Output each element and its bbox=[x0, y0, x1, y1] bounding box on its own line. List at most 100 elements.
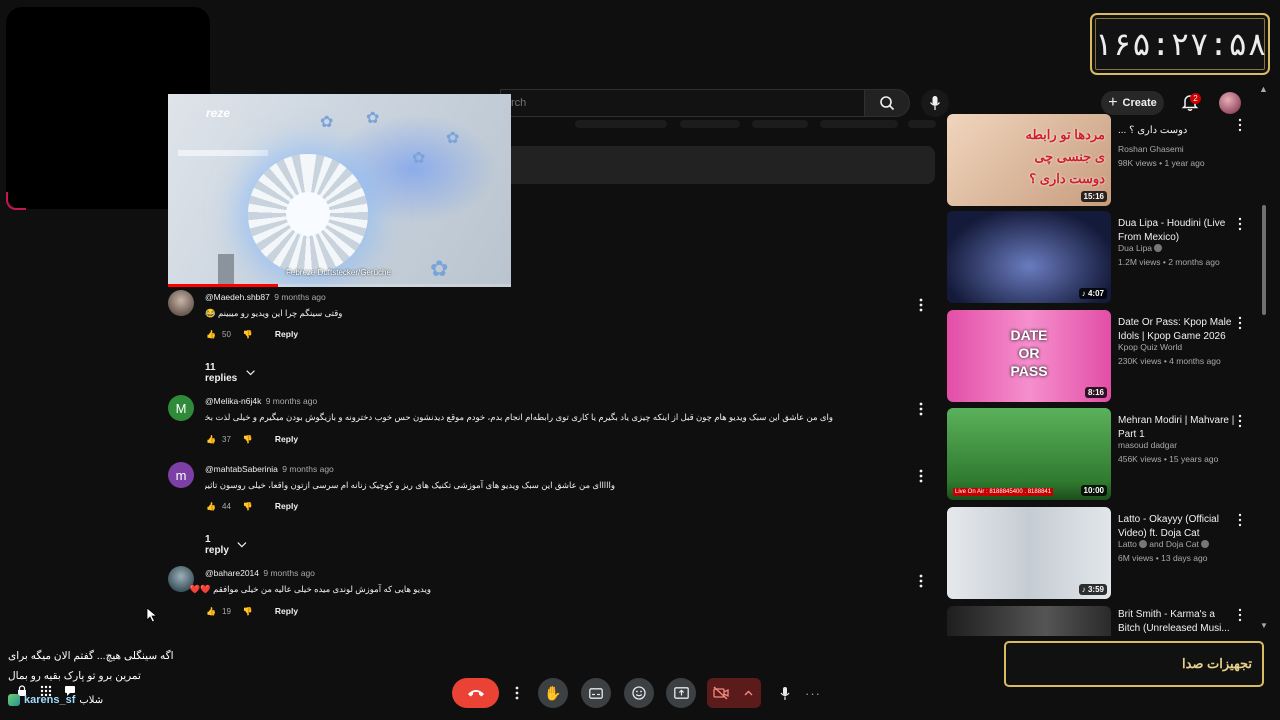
channel-name[interactable]: Dua Lipa bbox=[1118, 243, 1163, 253]
like-count: 19 bbox=[222, 606, 231, 616]
comment-actions: 👍 50 👎 Reply bbox=[204, 327, 298, 341]
camera-toggle-button[interactable] bbox=[707, 678, 735, 708]
thumbs-up-icon[interactable]: 👍 bbox=[204, 604, 218, 618]
scroll-down-arrow-icon[interactable]: ▼ bbox=[1260, 621, 1268, 630]
channel-name[interactable]: Roshan Ghasemi bbox=[1118, 144, 1184, 154]
comment-avatar[interactable]: M bbox=[168, 395, 194, 421]
video-thumbnail[interactable]: Live On Air : 8188845400 . 8188841 10:00 bbox=[947, 408, 1111, 500]
filter-chip[interactable] bbox=[680, 120, 740, 128]
account-avatar[interactable] bbox=[1219, 92, 1241, 114]
video-thumbnail[interactable]: مردها تو رابطه ی جنسی چی دوست داری ؟ 15:… bbox=[947, 114, 1111, 206]
raise-hand-button[interactable]: ✋ bbox=[538, 678, 568, 708]
thumbs-down-icon[interactable]: 👎 bbox=[241, 604, 255, 618]
verified-icon bbox=[1154, 244, 1163, 252]
comment-avatar[interactable] bbox=[168, 290, 194, 316]
end-call-button[interactable] bbox=[452, 678, 499, 708]
video-caption: Febreze Duftstecker/Gerüche bbox=[286, 268, 391, 277]
thumbs-down-icon[interactable]: 👎 bbox=[241, 327, 255, 341]
more-vert-icon[interactable] bbox=[916, 468, 926, 484]
recommendation-item[interactable]: مردها تو رابطه ی جنسی چی دوست داری ؟ 15:… bbox=[947, 114, 1247, 208]
video-duration: ♪ 4:07 bbox=[1078, 288, 1107, 299]
video-duration-value: 3:59 bbox=[1087, 585, 1104, 594]
more-vert-icon[interactable] bbox=[1237, 513, 1243, 527]
reactions-button[interactable] bbox=[624, 678, 654, 708]
search-button[interactable] bbox=[864, 89, 910, 117]
recommendation-item[interactable]: ♪ 3:59 Latto - Okayyy (Official Video) f… bbox=[947, 507, 1247, 601]
camera-off-icon bbox=[713, 686, 729, 700]
video-progress-bar[interactable] bbox=[168, 284, 511, 287]
recommendation-item[interactable]: DATE OR PASS 8:16 Date Or Pass: Kpop Mal… bbox=[947, 310, 1247, 404]
meeting-control-bar: ✋ ··· bbox=[0, 678, 1280, 710]
comment-time: 9 months ago bbox=[265, 396, 318, 406]
thumbs-up-icon[interactable]: 👍 bbox=[204, 499, 218, 513]
thumbs-down-icon[interactable]: 👎 bbox=[241, 432, 255, 446]
scrollbar-thumb[interactable] bbox=[1262, 205, 1266, 315]
more-vert-icon[interactable] bbox=[1237, 217, 1243, 231]
video-progress-fill bbox=[168, 284, 278, 287]
channel-name[interactable]: Kpop Quiz World bbox=[1118, 342, 1182, 352]
more-vert-icon[interactable] bbox=[1237, 316, 1243, 330]
more-vert-icon[interactable] bbox=[916, 297, 926, 313]
video-duration: 10:00 bbox=[1080, 485, 1107, 496]
more-vert-icon[interactable] bbox=[916, 573, 926, 589]
video-title[interactable]: Date Or Pass: Kpop Male Idols | Kpop Gam… bbox=[1118, 316, 1236, 344]
scrollbar-track[interactable] bbox=[1261, 100, 1267, 630]
channel-name[interactable]: masoud dadgar bbox=[1118, 440, 1177, 450]
reply-button[interactable]: Reply bbox=[275, 329, 298, 339]
video-title[interactable]: Dua Lipa - Houdini (Live From Mexico) bbox=[1118, 217, 1236, 245]
replies-toggle[interactable]: 1 reply bbox=[205, 534, 247, 556]
comment-header: @mahtabSaberinia 9 months ago bbox=[205, 464, 334, 474]
filter-chip[interactable] bbox=[575, 120, 667, 128]
more-vert-icon[interactable] bbox=[1237, 608, 1243, 622]
present-screen-button[interactable] bbox=[666, 678, 696, 708]
audio-settings-label: تجهیزات صدا bbox=[1181, 656, 1252, 671]
thumbnail-overlay-text: مردها تو رابطه ی جنسی چی دوست داری ؟ bbox=[1025, 127, 1105, 186]
reply-button[interactable]: Reply bbox=[275, 606, 298, 616]
mini-player[interactable]: ✿ ✿ ✿ ✿ ✿ reze Febreze Duftstecker/Gerüc… bbox=[168, 94, 511, 287]
filter-chip[interactable] bbox=[820, 120, 898, 128]
more-vert-icon[interactable] bbox=[1237, 118, 1243, 132]
video-thumbnail[interactable] bbox=[947, 606, 1111, 636]
microphone-toggle-button[interactable] bbox=[775, 678, 795, 708]
chevron-up-icon bbox=[744, 690, 752, 696]
more-options-button[interactable] bbox=[508, 678, 526, 708]
search-field[interactable] bbox=[500, 89, 864, 117]
video-thumbnail[interactable]: ♪ 3:59 bbox=[947, 507, 1111, 599]
video-title[interactable]: Mehran Modiri | Mahvare | Part 1 bbox=[1118, 414, 1236, 442]
camera-options-button[interactable] bbox=[735, 678, 761, 708]
channel-name[interactable]: Latto and Doja Cat bbox=[1118, 539, 1209, 549]
comment-author[interactable]: @bahare2014 bbox=[205, 568, 259, 578]
comment-time: 9 months ago bbox=[274, 292, 326, 302]
filter-chip[interactable] bbox=[752, 120, 808, 128]
reply-button[interactable]: Reply bbox=[275, 434, 298, 444]
voice-search-button[interactable] bbox=[921, 89, 949, 117]
video-title[interactable]: ... دوست داری ؟ bbox=[1118, 124, 1236, 138]
thumbs-up-icon[interactable]: 👍 bbox=[204, 327, 218, 341]
create-button[interactable]: + Create bbox=[1101, 91, 1164, 115]
filter-chip[interactable] bbox=[908, 120, 936, 128]
replies-count: 1 reply bbox=[205, 534, 229, 556]
recommendation-item[interactable]: ♪ 4:07 Dua Lipa - Houdini (Live From Mex… bbox=[947, 211, 1247, 305]
more-vert-icon[interactable] bbox=[1237, 414, 1243, 428]
comment-author[interactable]: @mahtabSaberinia bbox=[205, 464, 278, 474]
more-vert-icon[interactable] bbox=[916, 401, 926, 417]
comment-author[interactable]: @Melika-n6j4k bbox=[205, 396, 261, 406]
comment-text: ویدیو هایی که آموزش لوندی میده خیلی عالی… bbox=[189, 584, 431, 594]
reply-button[interactable]: Reply bbox=[275, 501, 298, 511]
comment-avatar[interactable]: m bbox=[168, 462, 194, 488]
video-title[interactable]: Brit Smith - Karma's a Bitch (Unreleased… bbox=[1118, 608, 1236, 636]
recommendation-item[interactable]: Live On Air : 8188845400 . 8188841 10:00… bbox=[947, 408, 1247, 502]
more-meeting-options-button[interactable]: ··· bbox=[803, 678, 823, 708]
replies-toggle[interactable]: 11 replies bbox=[205, 362, 255, 384]
thumbs-up-icon[interactable]: 👍 bbox=[204, 432, 218, 446]
thumbs-down-icon[interactable]: 👎 bbox=[241, 499, 255, 513]
video-thumbnail[interactable]: ♪ 4:07 bbox=[947, 211, 1111, 303]
comment-text: وااااای من عاشق این سبک ویدیو های آموزشی… bbox=[205, 480, 615, 490]
captions-button[interactable] bbox=[581, 678, 611, 708]
scroll-up-arrow-icon[interactable]: ▲ bbox=[1259, 84, 1268, 94]
video-thumbnail[interactable]: DATE OR PASS 8:16 bbox=[947, 310, 1111, 402]
video-title[interactable]: Latto - Okayyy (Official Video) ft. Doja… bbox=[1118, 513, 1236, 541]
search-input[interactable] bbox=[501, 90, 864, 116]
recommendation-item[interactable]: Brit Smith - Karma's a Bitch (Unreleased… bbox=[947, 606, 1247, 636]
comment-author[interactable]: @Maedeh.shb87 bbox=[205, 292, 270, 302]
